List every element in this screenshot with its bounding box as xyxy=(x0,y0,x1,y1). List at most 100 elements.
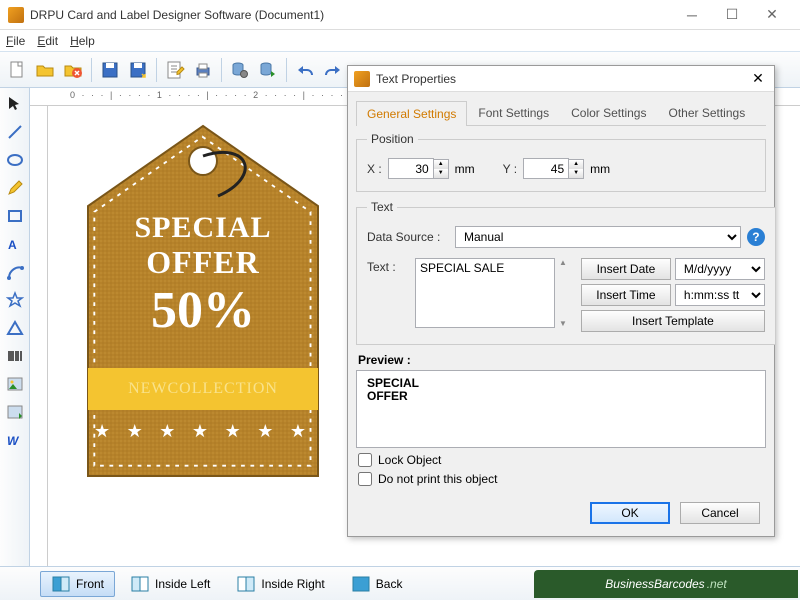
pencil-tool-icon[interactable] xyxy=(3,176,27,200)
window-title: DRPU Card and Label Designer Software (D… xyxy=(30,8,672,22)
open-delete-icon[interactable] xyxy=(60,57,86,83)
x-spin-down[interactable]: ▼ xyxy=(434,169,448,178)
textarea-scroll-down[interactable]: ▼ xyxy=(559,319,567,328)
do-not-print-label: Do not print this object xyxy=(378,472,497,486)
image-tool-icon[interactable] xyxy=(3,372,27,396)
date-format-select[interactable]: M/d/yyyy xyxy=(675,258,765,280)
tag-text-offer: OFFER xyxy=(68,244,338,281)
close-button[interactable]: ✕ xyxy=(752,1,792,29)
menu-file[interactable]: File xyxy=(6,34,25,48)
data-source-label: Data Source : xyxy=(367,230,449,244)
dialog-title: Text Properties xyxy=(376,72,748,86)
ruler-vertical xyxy=(30,106,48,566)
x-unit: mm xyxy=(455,162,475,176)
price-tag-design[interactable]: SPECIAL OFFER 50% NEWCOLLECTION ★ ★ ★ ★ … xyxy=(68,116,338,496)
x-spin-up[interactable]: ▲ xyxy=(434,160,448,169)
star-tool-icon[interactable] xyxy=(3,288,27,312)
cancel-button[interactable]: Cancel xyxy=(680,502,760,524)
page-tab-front[interactable]: Front xyxy=(40,571,115,597)
insert-date-button[interactable]: Insert Date xyxy=(581,258,671,280)
preview-line2: OFFER xyxy=(367,390,755,403)
y-label: Y : xyxy=(503,162,517,176)
do-not-print-checkbox[interactable] xyxy=(358,472,372,486)
position-fieldset: Position X : ▲▼ mm Y : ▲▼ mm xyxy=(356,132,766,192)
db-arrow-icon[interactable] xyxy=(255,57,281,83)
y-unit: mm xyxy=(590,162,610,176)
line-tool-icon[interactable] xyxy=(3,120,27,144)
dialog-titlebar[interactable]: Text Properties ✕ xyxy=(348,66,774,92)
ellipse-tool-icon[interactable] xyxy=(3,148,27,172)
svg-text:A: A xyxy=(8,238,17,252)
save-icon[interactable] xyxy=(97,57,123,83)
dialog-tabs: General Settings Font Settings Color Set… xyxy=(356,100,766,126)
position-legend: Position xyxy=(367,132,418,146)
picture-lib-icon[interactable] xyxy=(3,400,27,424)
lock-object-label: Lock Object xyxy=(378,453,441,467)
tab-color-settings[interactable]: Color Settings xyxy=(560,100,657,125)
insert-time-button[interactable]: Insert Time xyxy=(581,284,671,306)
page-tab-label: Front xyxy=(76,577,104,591)
tag-text-newcollection: NEWCOLLECTION xyxy=(88,380,318,398)
x-input[interactable] xyxy=(388,158,434,179)
svg-text:W: W xyxy=(7,434,20,448)
text-properties-dialog: Text Properties ✕ General Settings Font … xyxy=(347,65,775,537)
tab-other-settings[interactable]: Other Settings xyxy=(657,100,756,125)
watermark-suffix: .net xyxy=(707,577,727,591)
preview-box: SPECIAL OFFER xyxy=(356,370,766,448)
y-spin-down[interactable]: ▼ xyxy=(569,169,583,178)
maximize-button[interactable]: ☐ xyxy=(712,1,752,29)
page-tab-label: Inside Right xyxy=(261,577,324,591)
help-icon[interactable]: ? xyxy=(747,228,765,246)
wordart-tool-icon[interactable]: W xyxy=(3,428,27,452)
barcode-tool-icon[interactable] xyxy=(3,344,27,368)
open-icon[interactable] xyxy=(32,57,58,83)
page-tab-back[interactable]: Back xyxy=(340,571,414,597)
save-as-icon[interactable] xyxy=(125,57,151,83)
menu-help[interactable]: Help xyxy=(70,34,95,48)
lock-object-checkbox[interactable] xyxy=(358,453,372,467)
page-tab-inside-left[interactable]: Inside Left xyxy=(119,571,221,597)
time-format-select[interactable]: h:mm:ss tt xyxy=(675,284,765,306)
rect-tool-icon[interactable] xyxy=(3,204,27,228)
y-input[interactable] xyxy=(523,158,569,179)
tab-general-settings[interactable]: General Settings xyxy=(356,101,467,126)
watermark: BusinessBarcodes.net xyxy=(534,570,798,598)
preview-line1: SPECIAL xyxy=(367,377,755,390)
new-icon[interactable] xyxy=(4,57,30,83)
insert-template-button[interactable]: Insert Template xyxy=(581,310,765,332)
x-label: X : xyxy=(367,162,382,176)
minimize-button[interactable]: ─ xyxy=(672,1,712,29)
side-toolbar: A W xyxy=(0,88,30,566)
menu-edit[interactable]: Edit xyxy=(37,34,58,48)
tag-stars: ★ ★ ★ ★ ★ ★ ★ xyxy=(68,421,338,442)
textarea-scroll-up[interactable]: ▲ xyxy=(559,258,567,267)
tag-text-special: SPECIAL xyxy=(68,211,338,245)
window-titlebar: DRPU Card and Label Designer Software (D… xyxy=(0,0,800,30)
undo-icon[interactable] xyxy=(292,57,318,83)
tab-font-settings[interactable]: Font Settings xyxy=(467,100,560,125)
text-tool-icon[interactable]: A xyxy=(3,232,27,256)
page-tab-inside-right[interactable]: Inside Right xyxy=(225,571,335,597)
y-spin-up[interactable]: ▲ xyxy=(569,160,583,169)
page-tab-label: Back xyxy=(376,577,403,591)
dialog-close-icon[interactable]: ✕ xyxy=(748,69,768,89)
db-gear-icon[interactable] xyxy=(227,57,253,83)
text-textarea[interactable]: SPECIAL SALE xyxy=(415,258,555,328)
tag-text-percent: 50% xyxy=(68,281,338,340)
tag-ribbon: NEWCOLLECTION xyxy=(88,368,318,410)
text-legend: Text xyxy=(367,200,397,214)
text-label: Text : xyxy=(367,258,409,274)
edit-doc-icon[interactable] xyxy=(162,57,188,83)
triangle-tool-icon[interactable] xyxy=(3,316,27,340)
text-fieldset: Text Data Source : Manual ? Text : SPECI… xyxy=(356,200,776,345)
menubar: File Edit Help xyxy=(0,30,800,52)
arc-tool-icon[interactable] xyxy=(3,260,27,284)
dialog-icon xyxy=(354,71,370,87)
select-tool-icon[interactable] xyxy=(3,92,27,116)
ok-button[interactable]: OK xyxy=(590,502,670,524)
preview-label: Preview : xyxy=(358,353,766,367)
redo-icon[interactable] xyxy=(320,57,346,83)
print-icon[interactable] xyxy=(190,57,216,83)
data-source-select[interactable]: Manual xyxy=(455,226,741,248)
watermark-text: BusinessBarcodes xyxy=(605,577,704,591)
